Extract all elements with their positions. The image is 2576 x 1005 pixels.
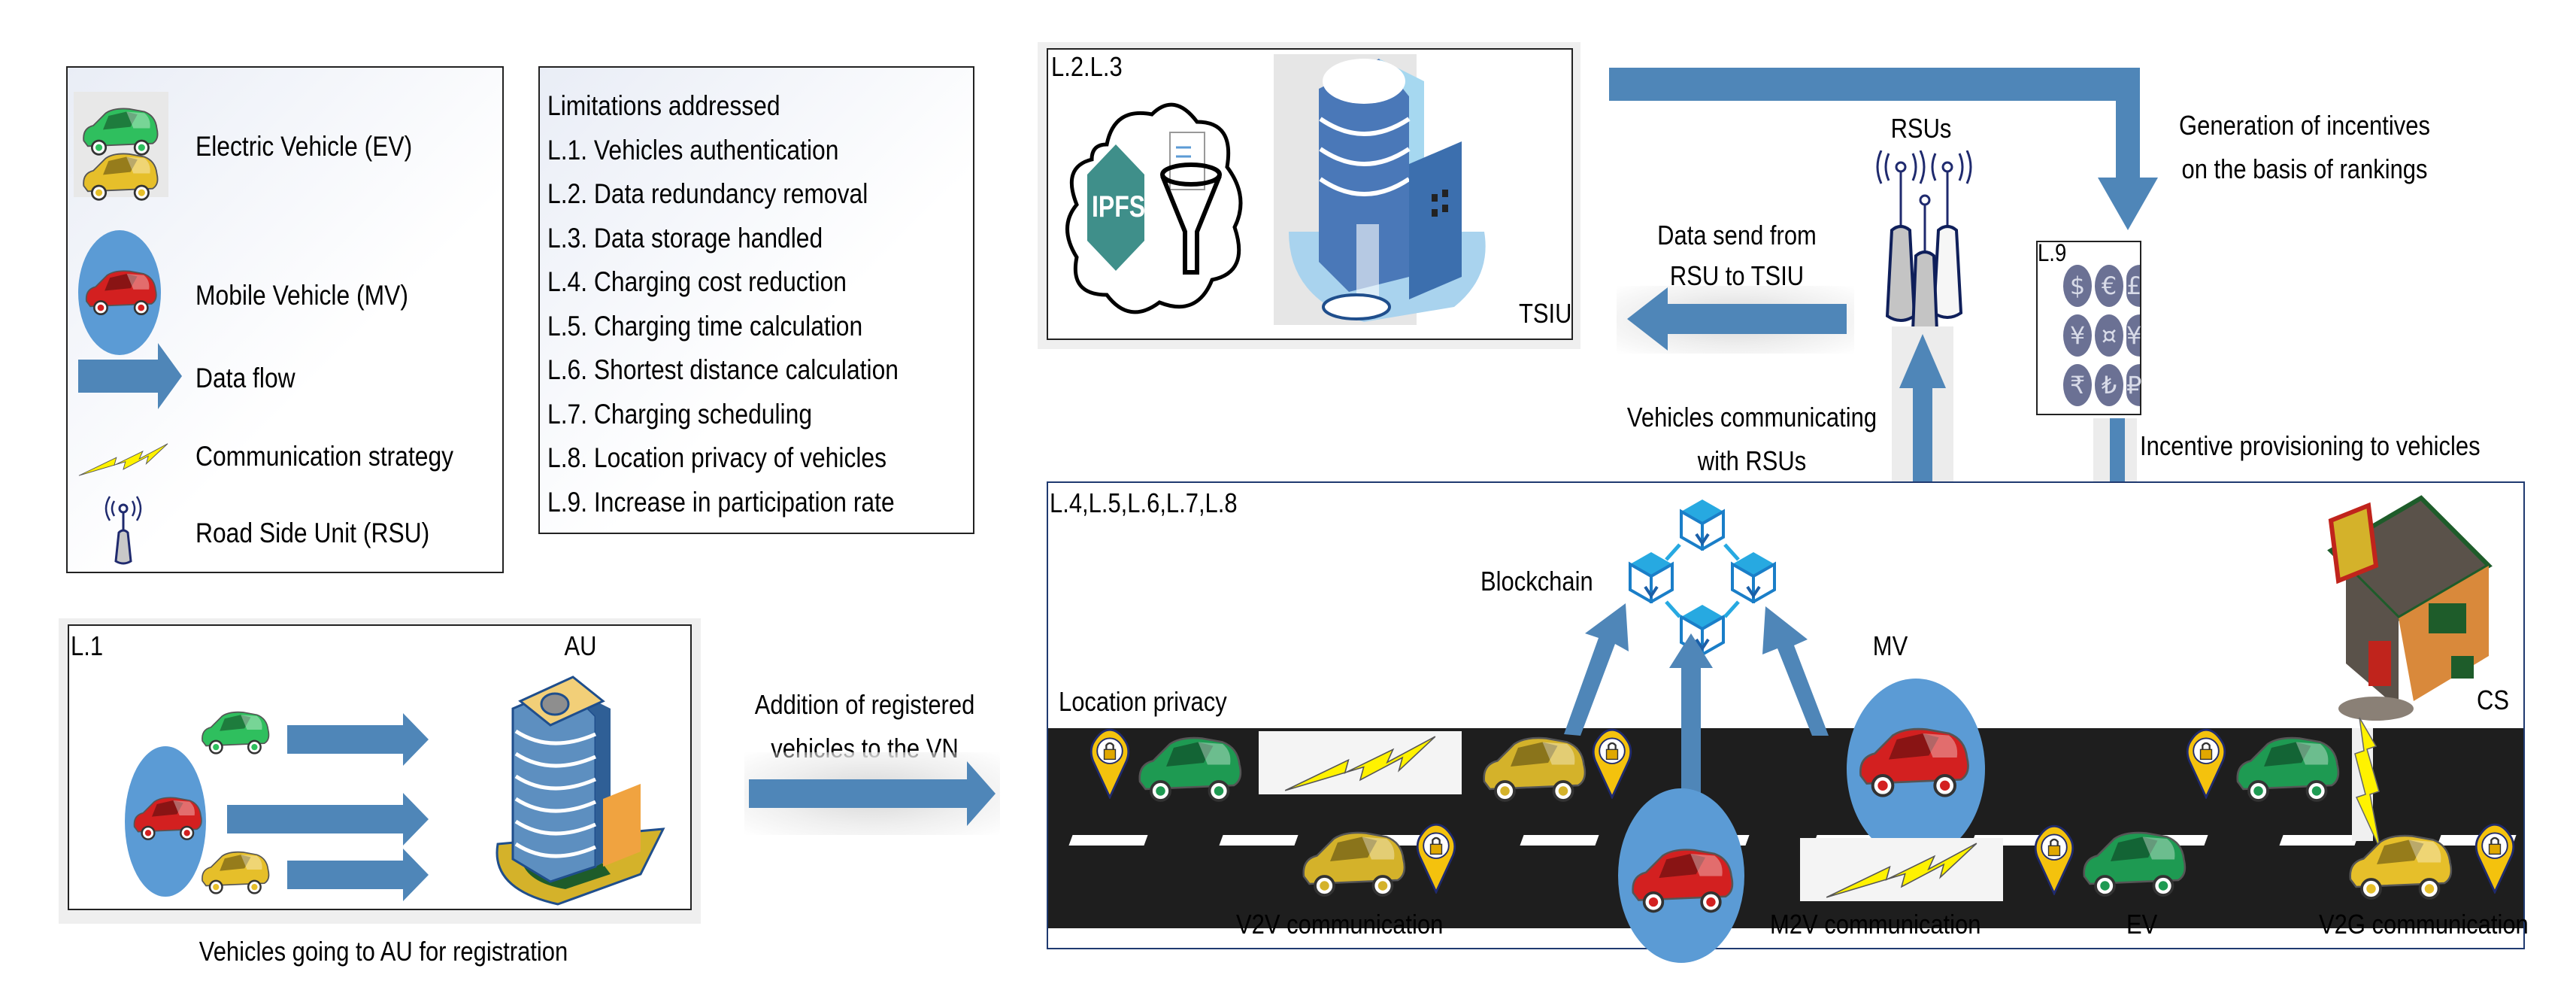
lightning-icon — [78, 436, 168, 483]
arrow-to-blockchain — [1669, 633, 1713, 800]
car-icon-mv — [129, 793, 205, 846]
lightning-icon — [1262, 734, 1459, 793]
car-icon-ev — [1132, 731, 1245, 809]
legend-label-mv: Mobile Vehicle (MV) — [195, 280, 408, 311]
location-pin-lock-icon — [1415, 823, 1457, 894]
storage-panel-tag: L.2.L.3 — [1051, 51, 1123, 82]
car-icon-mv — [1853, 722, 1973, 805]
location-pin-lock-icon — [2474, 823, 2516, 894]
rsus-label: RSUs — [1890, 113, 1952, 144]
generation-label-2: on the basis of rankings — [2181, 153, 2428, 184]
car-icon-ev-yellow — [78, 149, 161, 206]
limitation-item: L.6. Shortest distance calculation — [547, 354, 899, 385]
v2g-label: V2G communication — [2319, 909, 2529, 940]
location-privacy-label: Location privacy — [1059, 686, 1227, 717]
legend-label-data-flow: Data flow — [195, 363, 295, 393]
incentives-tag: L.9 — [2038, 239, 2067, 266]
tsiu-label: TSIU — [1519, 298, 1572, 329]
road-panel-tag: L.4,L.5,L.6,L.7,L.8 — [1050, 487, 1238, 518]
car-icon-ev-green — [197, 709, 272, 758]
limitation-item: L.7. Charging scheduling — [547, 398, 813, 430]
legend-label-communication: Communication strategy — [195, 441, 454, 472]
limitation-item: L.1. Vehicles authentication — [547, 134, 839, 165]
m2v-label: M2V communication — [1770, 909, 1981, 940]
au-building-icon — [496, 676, 665, 906]
ipfs-label: IPFS — [1092, 190, 1146, 223]
legend-panel: Electric Vehicle (EV) Mobile Vehicle (MV… — [66, 66, 504, 573]
limitation-item: L.3. Data storage handled — [547, 222, 823, 254]
legend-label-ev: Electric Vehicle (EV) — [195, 131, 413, 162]
limitation-item: L.5. Charging time calculation — [547, 310, 863, 342]
arrow-to-blockchain — [1564, 603, 1629, 736]
arrow-right-icon — [78, 343, 182, 409]
generation-label-1: Generation of incentives — [2179, 110, 2430, 141]
vehicles-comm-label-2: with RSUs — [1697, 445, 1807, 476]
incentives-panel: L.9 $ € £ ¥ ¤ ¥ ₹ ₺ ₽ — [2036, 239, 2141, 415]
currency-coin-icon: ₽ — [2126, 364, 2141, 406]
arrow-to-au — [287, 713, 429, 766]
currency-coin-icon: ¥ — [2063, 314, 2092, 357]
car-icon-yellow — [1477, 731, 1590, 809]
car-icon-mv — [1626, 844, 1737, 919]
currency-coin-icon: ¥ — [2126, 314, 2141, 357]
tsiu-building-icon — [1274, 54, 1486, 325]
currency-coin-icon: £ — [2126, 265, 2141, 307]
currency-coin-icon: ₹ — [2063, 364, 2092, 406]
limitation-item: L.8. Location privacy of vehicles — [547, 442, 887, 473]
currency-coin-icon: ₺ — [2095, 364, 2123, 406]
ev-label: EV — [2126, 909, 2158, 940]
arrow-to-vehicular-network — [749, 761, 996, 826]
car-icon-mv — [81, 266, 159, 320]
location-pin-lock-icon — [1591, 728, 1633, 799]
limitations-title: Limitations addressed — [547, 90, 780, 121]
arrow-to-au — [287, 849, 429, 901]
car-icon-ev-yellow — [197, 849, 272, 898]
rsu-towers-icon — [1876, 150, 1972, 337]
limitation-item: L.4. Charging cost reduction — [547, 266, 847, 297]
currency-coin-icon: ¤ — [2095, 314, 2123, 357]
limitation-item: L.9. Increase in participation rate — [547, 486, 895, 518]
road-panel: L.4,L.5,L.6,L.7,L.8 Blockchain Location … — [1047, 481, 2529, 963]
antenna-icon — [105, 496, 142, 565]
vehicles-comm-label-1: Vehicles communicating — [1626, 402, 1877, 433]
car-icon-yellow — [2343, 829, 2456, 907]
location-pin-lock-icon — [1089, 728, 1131, 799]
cs-label: CS — [2477, 685, 2510, 715]
car-icon-ev — [2230, 731, 2343, 809]
registration-caption: Vehicles going to AU for registration — [199, 936, 568, 967]
incentive-provisioning-label: Incentive provisioning to vehicles — [2140, 430, 2481, 461]
au-label: AU — [564, 630, 597, 661]
arrow-to-au — [227, 793, 429, 846]
legend-label-rsu: Road Side Unit (RSU) — [195, 518, 430, 548]
storage-panel: L.2.L.3 IPFS TSIU — [1047, 48, 1573, 340]
limitation-item: L.2. Data redundancy removal — [547, 178, 868, 209]
registration-panel: L.1 AU — [68, 624, 692, 910]
location-pin-lock-icon — [2033, 824, 2075, 895]
arrow-to-blockchain — [1762, 606, 1829, 736]
registration-panel-tag: L.1 — [71, 630, 104, 661]
car-icon-yellow — [1296, 826, 1409, 904]
arrow-rsu-to-tsiu — [1627, 287, 1847, 351]
mv-label: MV — [1872, 630, 1908, 661]
data-send-label-1: Data send from — [1657, 220, 1817, 250]
blockchain-label: Blockchain — [1480, 566, 1593, 597]
car-icon-ev — [2077, 826, 2190, 904]
currency-coin-icon: $ — [2063, 265, 2092, 307]
currency-coin-icon: € — [2095, 265, 2123, 307]
filter-funnel-icon — [1160, 162, 1222, 275]
addition-label-1: Addition of registered — [754, 689, 975, 720]
lightning-icon — [1803, 841, 2000, 900]
v2v-label: V2V communication — [1236, 909, 1444, 940]
location-pin-lock-icon — [2185, 728, 2227, 799]
limitations-panel: Limitations addressed L.1. Vehicles auth… — [538, 66, 974, 534]
